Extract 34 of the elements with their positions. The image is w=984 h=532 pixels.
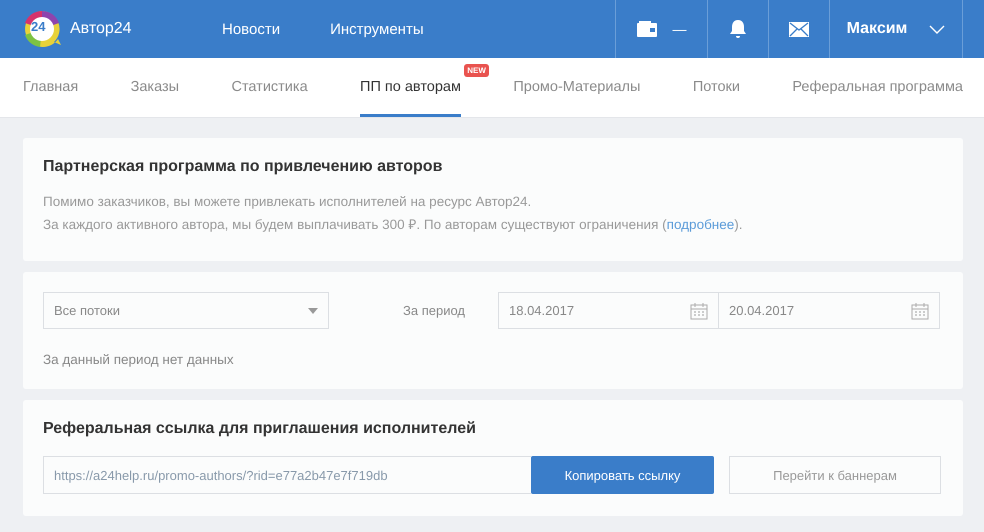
logo-icon	[22, 9, 62, 49]
tab[interactable]: Статистика	[231, 58, 308, 117]
referral-link-field[interactable]: https://a24help.ru/promo-authors/?rid=e77a2b47e7f719db	[43, 456, 531, 494]
calendar-icon	[911, 302, 929, 320]
description-text: Помимо заказчиков, вы можете привлекать исполнителей на ресурс Автор24.	[43, 194, 532, 209]
period-label: За период	[403, 303, 466, 318]
tab[interactable]: Заказы	[130, 58, 180, 117]
empty-message: За данный период нет данных	[43, 352, 235, 367]
brand-name[interactable]: Автор24	[70, 20, 132, 38]
tab[interactable]: ПП по авторам	[360, 58, 461, 117]
banners-button[interactable]: Перейти к баннерам	[729, 456, 941, 494]
date-field[interactable]: 20.04.2017	[719, 292, 940, 329]
chevron-down-icon	[929, 24, 946, 34]
section-title: Реферальная ссылка для приглашения исполнителей	[43, 420, 477, 438]
nav-link[interactable]: Новости	[222, 20, 280, 38]
wallet-icon	[636, 21, 656, 37]
calendar-icon	[690, 302, 708, 320]
tab[interactable]: Потоки	[692, 58, 740, 117]
envelope-icon	[789, 22, 809, 36]
new-badge: NEW	[464, 64, 489, 77]
copy-link-button[interactable]: Копировать ссылку	[531, 456, 714, 494]
section-title: Партнерская программа по привлечению авторов	[43, 158, 444, 176]
description-text: За каждого активного автора, мы будем выплачивать 300 ₽. По авторам существуют ограничения (подробнее).	[43, 216, 744, 233]
bell-icon	[729, 19, 747, 39]
balance-value: —	[672, 21, 686, 37]
tab[interactable]: Главная	[23, 58, 78, 117]
more-link[interactable]: подробнее	[666, 217, 734, 232]
stream-select[interactable]: Все потоки	[43, 292, 329, 329]
date-field[interactable]: 18.04.2017	[498, 292, 719, 329]
tab[interactable]: Реферальная программа	[792, 58, 963, 117]
logo-text: 24	[31, 19, 46, 34]
dropdown-caret-icon	[308, 308, 318, 314]
tab[interactable]: Промо-Материалы	[513, 58, 640, 117]
nav-link[interactable]: Инструменты	[330, 20, 424, 38]
